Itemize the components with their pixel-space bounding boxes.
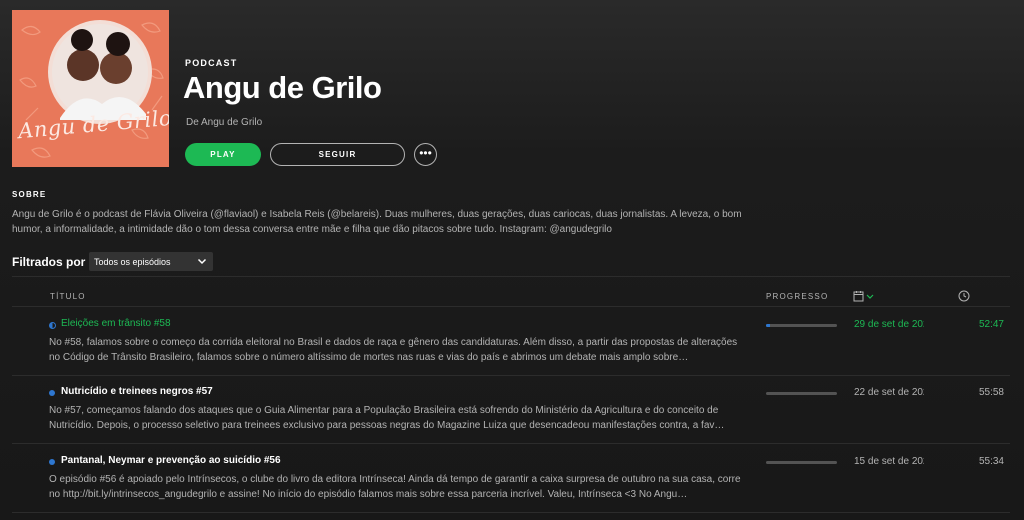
episode-duration: 52:47 xyxy=(978,319,1004,330)
episode-progress-bar xyxy=(766,461,837,464)
episode-duration: 55:34 xyxy=(978,456,1004,467)
episode-row[interactable]: Eleições em trânsito #58 No #58, falamos… xyxy=(0,315,1024,383)
sort-chevron-icon xyxy=(866,294,874,299)
divider xyxy=(12,306,1010,307)
episode-title[interactable]: Pantanal, Neymar e prevenção ao suicídio… xyxy=(61,455,281,466)
episode-date: 15 de set de 2020 xyxy=(854,456,924,467)
episode-progress-bar xyxy=(766,392,837,395)
episode-filter-dropdown[interactable]: Todos os episódios xyxy=(89,252,213,271)
about-description: Angu de Grilo é o podcast de Flávia Oliv… xyxy=(12,209,742,235)
filter-label: Filtrados por xyxy=(12,255,86,269)
unplayed-indicator-icon xyxy=(49,390,55,396)
filter-selected-value: Todos os episódios xyxy=(94,256,171,267)
episode-title[interactable]: Nutricídio e treinees negros #57 xyxy=(61,386,213,397)
in-progress-indicator-icon xyxy=(49,322,56,329)
episode-progress-bar xyxy=(766,324,837,327)
episode-description: O episódio #56 é apoiado pelo Intrínseco… xyxy=(49,474,741,500)
column-header-title[interactable]: TÍTULO xyxy=(50,292,86,301)
divider xyxy=(12,375,1010,376)
chevron-down-icon xyxy=(197,258,207,265)
episode-date: 29 de set de 2020 xyxy=(854,319,924,330)
divider xyxy=(12,276,1010,277)
episode-title[interactable]: Eleições em trânsito #58 xyxy=(61,318,171,329)
divider xyxy=(12,512,1010,513)
cover-illustration xyxy=(12,10,169,167)
column-header-duration[interactable] xyxy=(958,289,970,307)
follow-button[interactable]: SEGUIR xyxy=(270,143,405,166)
play-button[interactable]: PLAY xyxy=(185,143,261,166)
episode-date: 22 de set de 2020 xyxy=(854,387,924,398)
more-options-button[interactable]: ••• xyxy=(414,143,437,166)
publisher-link[interactable]: De Angu de Grilo xyxy=(186,117,262,128)
column-header-date[interactable] xyxy=(853,289,875,307)
podcast-page: Angu de Grilo PODCAST Angu de Grilo De A… xyxy=(0,0,1024,516)
episode-description: No #58, falamos sobre o começo da corrid… xyxy=(49,337,738,363)
more-icon: ••• xyxy=(419,145,432,160)
calendar-icon xyxy=(853,291,874,302)
episode-duration: 55:58 xyxy=(978,387,1004,398)
content-type-label: PODCAST xyxy=(185,58,238,68)
episode-row[interactable]: Nutricídio e treinees negros #57 No #57,… xyxy=(0,383,1024,451)
unplayed-indicator-icon xyxy=(49,459,55,465)
clock-icon xyxy=(958,290,970,302)
episode-row[interactable]: Pantanal, Neymar e prevenção ao suicídio… xyxy=(0,452,1024,520)
episode-description: No #57, começamos falando dos ataques qu… xyxy=(49,405,725,431)
podcast-title: Angu de Grilo xyxy=(183,70,382,105)
about-heading: SOBRE xyxy=(12,190,47,199)
column-header-progress[interactable]: PROGRESSO xyxy=(766,292,828,301)
podcast-cover-art[interactable]: Angu de Grilo xyxy=(12,10,169,167)
episode-progress-fill xyxy=(766,324,770,327)
divider xyxy=(12,443,1010,444)
